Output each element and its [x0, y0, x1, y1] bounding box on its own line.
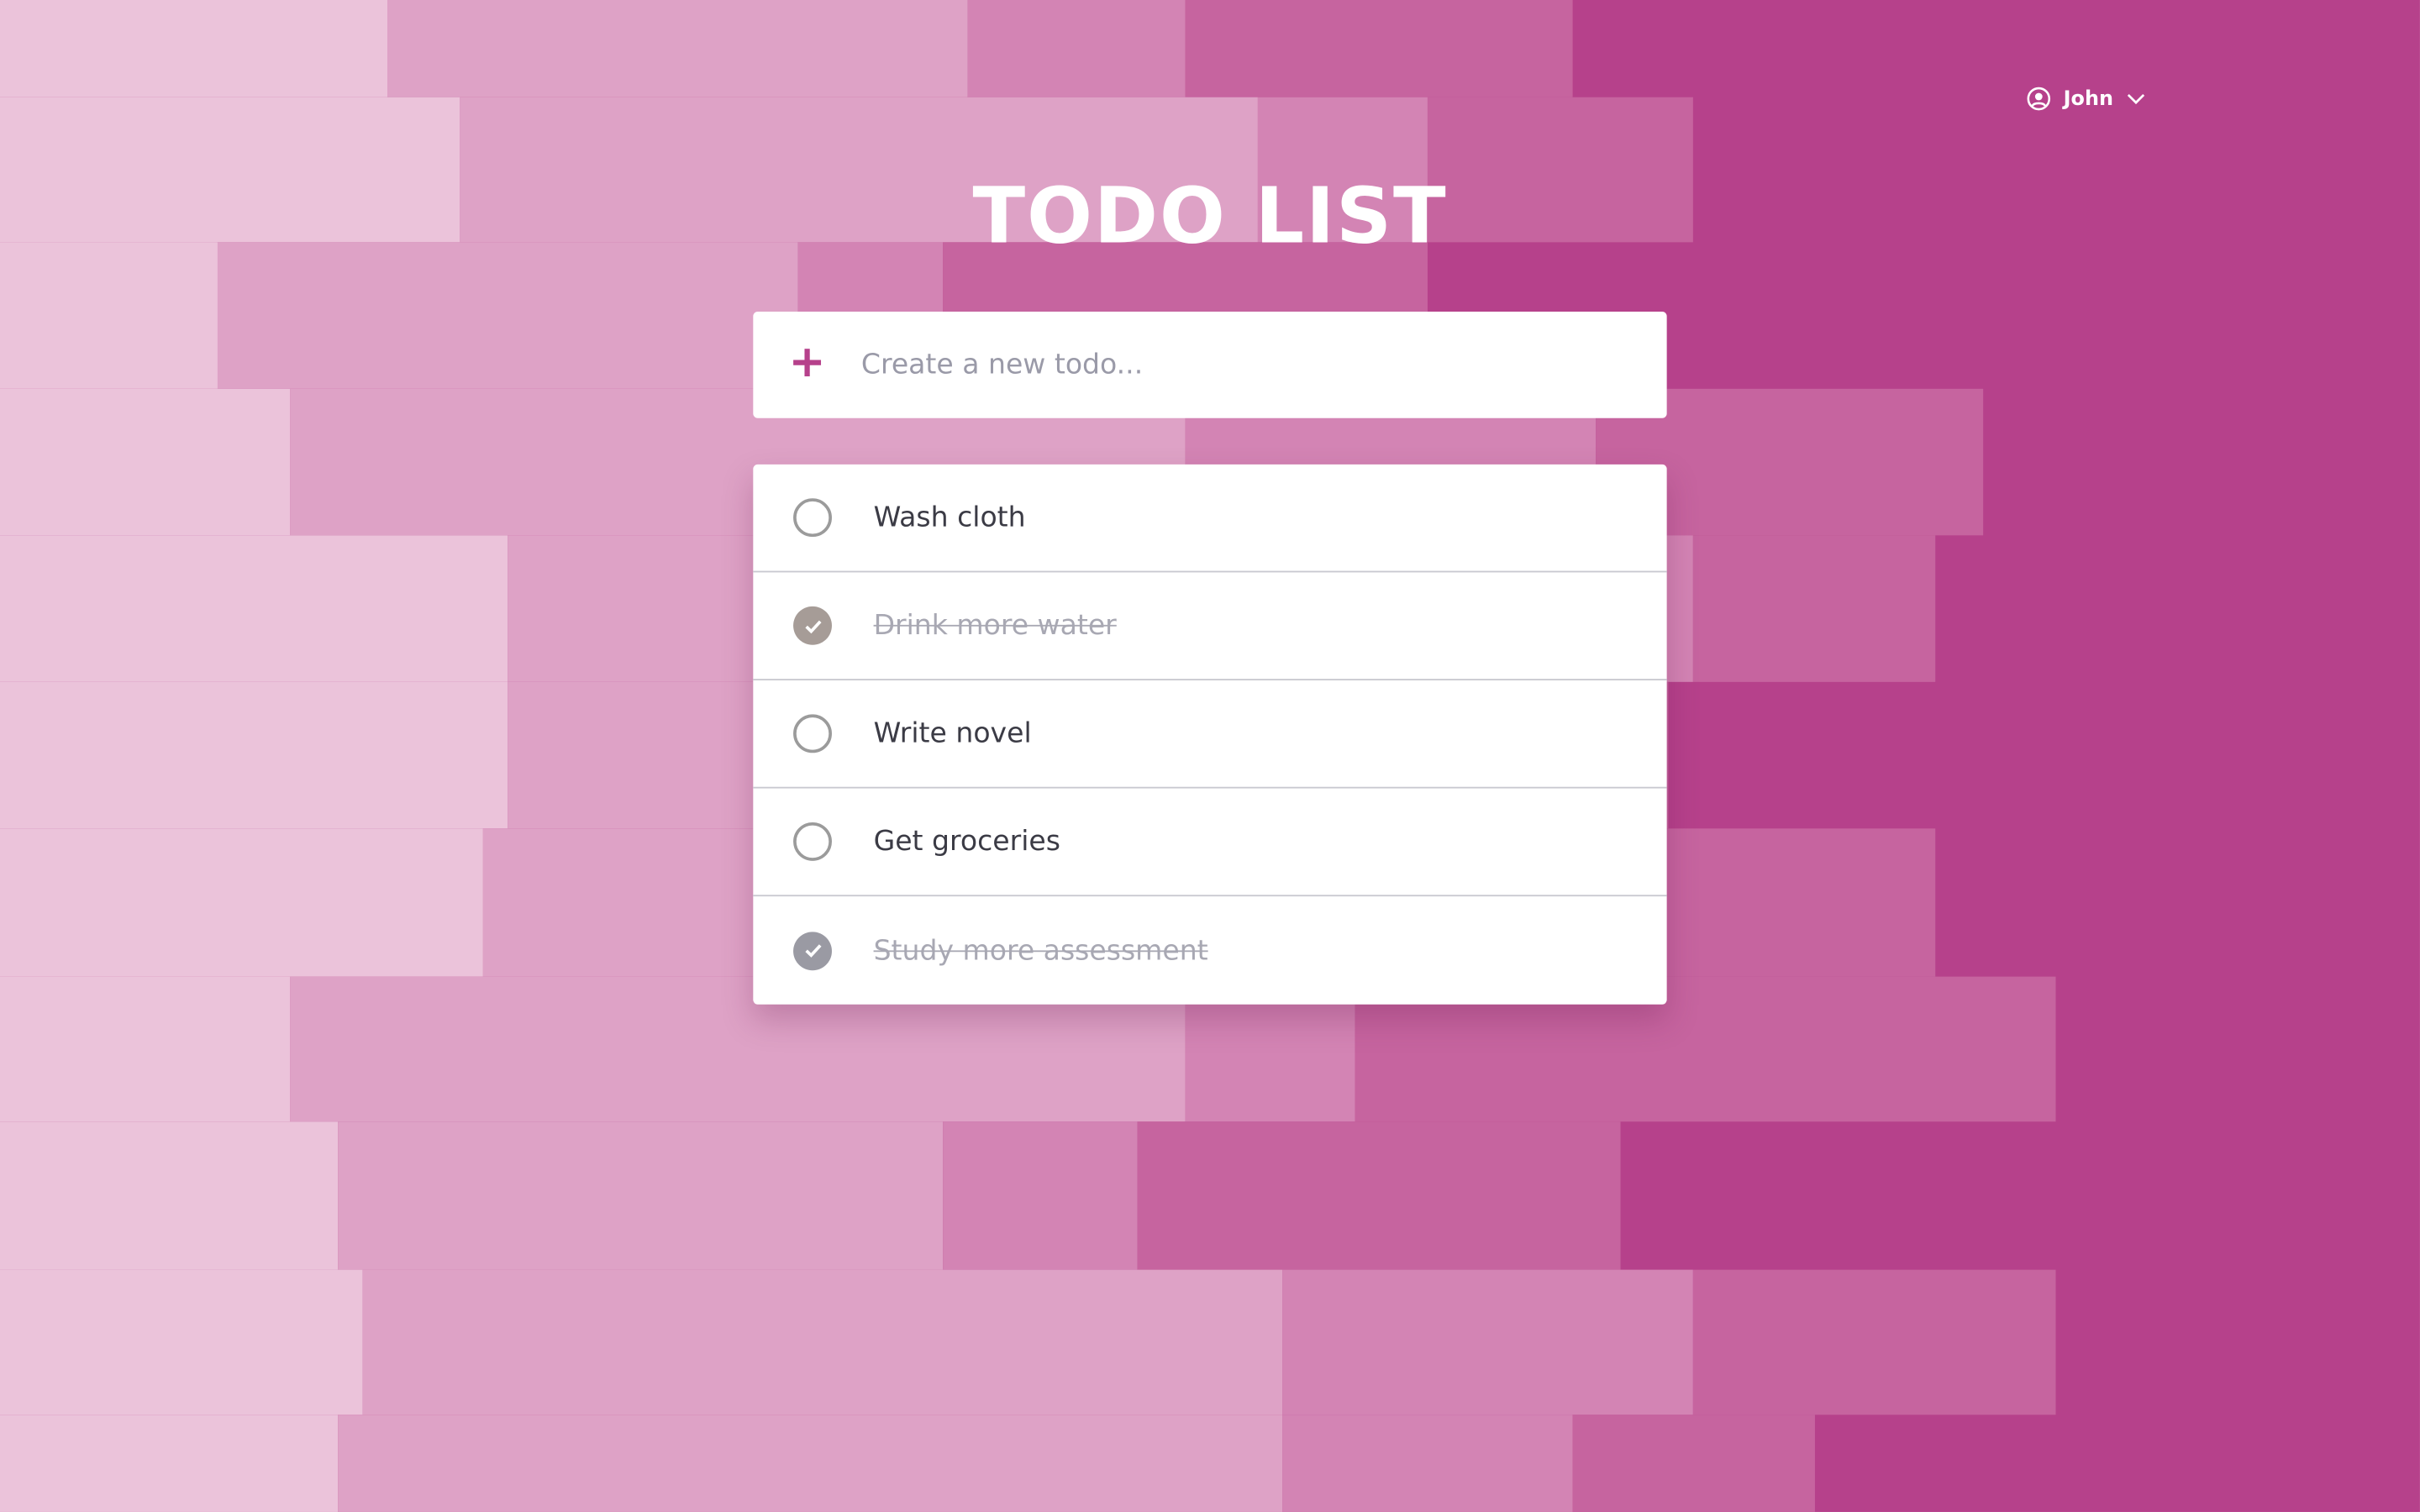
checkmark-icon [804, 944, 821, 958]
todo-item[interactable]: Study more assessment [753, 896, 1666, 1005]
todo-label: Study more assessment [873, 934, 1208, 967]
user-name: John [2063, 87, 2113, 111]
todo-label: Get groceries [873, 825, 1060, 858]
todo-label: Write novel [873, 717, 1032, 750]
add-todo-button[interactable] [753, 312, 861, 418]
todo-app: John TODO LIST Wash cloth [0, 0, 2420, 1512]
todo-item[interactable]: Get groceries [753, 789, 1667, 897]
todo-checkbox[interactable] [793, 714, 832, 753]
user-menu[interactable]: John [2027, 87, 2148, 111]
page-title: TODO LIST [972, 171, 1448, 261]
todo-checkbox[interactable] [793, 498, 832, 538]
user-circle-icon [2027, 87, 2051, 111]
todo-checkbox[interactable] [793, 822, 832, 861]
todo-label: Drink more water [873, 609, 1117, 643]
todo-checkbox[interactable] [793, 606, 832, 645]
todo-item[interactable]: Write novel [753, 680, 1667, 789]
plus-icon [793, 348, 822, 381]
todo-item[interactable]: Drink more water [753, 572, 1667, 680]
checkmark-icon [804, 619, 821, 633]
new-todo-form [753, 312, 1667, 418]
chevron-down-icon [2126, 88, 2148, 110]
todo-item[interactable]: Wash cloth [753, 465, 1667, 573]
new-todo-input[interactable] [860, 333, 1602, 396]
todo-list: Wash cloth Drink more water Write novel … [753, 464, 1667, 1005]
todo-checkbox[interactable] [793, 931, 832, 970]
todo-label: Wash cloth [873, 501, 1026, 534]
